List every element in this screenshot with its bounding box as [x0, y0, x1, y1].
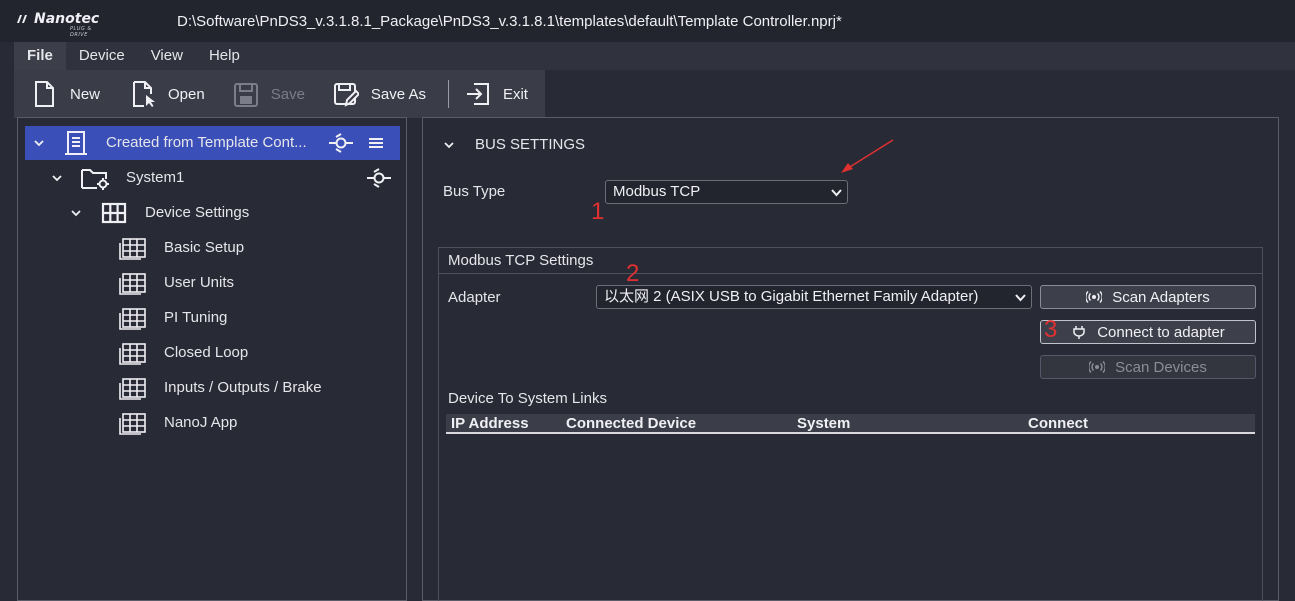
table-grid-icon	[119, 273, 146, 295]
project-tree-panel: Created from Template Cont... System1 De…	[17, 117, 407, 601]
tree-item-user-units[interactable]: User Units	[18, 266, 406, 300]
bus-settings-header[interactable]: BUS SETTINGS	[443, 136, 585, 153]
bus-type-value: Modbus TCP	[613, 183, 701, 200]
chevron-down-icon	[831, 189, 842, 197]
tree-item-pi-tuning[interactable]: PI Tuning	[18, 301, 406, 335]
tree-item-root[interactable]: Created from Template Cont...	[25, 126, 400, 160]
adapter-value: 以太网 2 (ASIX USB to Gigabit Ethernet Fami…	[604, 288, 979, 305]
chevron-down-icon[interactable]	[70, 207, 82, 219]
annotation-arrow-icon	[841, 139, 894, 173]
menu-file[interactable]: File	[14, 42, 66, 70]
table-grid-icon	[119, 343, 146, 365]
tree-system-label: System1	[126, 169, 185, 186]
chevron-down-icon[interactable]	[51, 172, 63, 184]
exit-icon	[466, 83, 489, 105]
tree-item-system[interactable]: System1	[18, 161, 406, 195]
device-system-links-label: Device To System Links	[448, 390, 607, 407]
open-label: Open	[168, 85, 205, 103]
exit-label: Exit	[502, 85, 528, 103]
column-ip-address[interactable]: IP Address	[451, 415, 529, 432]
tree-child-label: NanoJ App	[164, 414, 238, 431]
annotation-step-3: 3	[1044, 316, 1058, 343]
column-connected-device[interactable]: Connected Device	[566, 415, 696, 432]
column-connect[interactable]: Connect	[1028, 415, 1088, 432]
tree-child-label: Basic Setup	[164, 239, 245, 256]
folder-settings-icon	[81, 169, 109, 190]
controller-icon	[65, 131, 87, 155]
connection-node-icon[interactable]	[367, 168, 391, 188]
exit-button[interactable]: Exit	[459, 70, 536, 118]
table-grid-icon	[119, 413, 146, 435]
tree-child-label: User Units	[164, 274, 235, 291]
tree-root-label: Created from Template Cont...	[106, 134, 307, 151]
tree-item-closed-loop[interactable]: Closed Loop	[18, 336, 406, 370]
tree-item-inputs-outputs-brake[interactable]: Inputs / Outputs / Brake	[18, 371, 406, 405]
device-links-table-header: IP Address Connected Device System Conne…	[446, 414, 1255, 434]
scan-adapters-label: Scan Adapters	[1112, 288, 1210, 306]
toolbar: New Open Save Save As Exit	[14, 70, 545, 118]
save-label: Save	[270, 85, 305, 103]
logo-text: Nanotec	[34, 11, 100, 27]
save-button[interactable]: Save	[213, 70, 313, 118]
tree-device-settings-label: Device Settings	[145, 204, 250, 221]
table-grid-icon	[119, 308, 146, 330]
tree-item-device-settings[interactable]: Device Settings	[18, 196, 406, 230]
menu-lines-icon[interactable]	[369, 136, 383, 150]
tree-item-nanoj-app[interactable]: NanoJ App	[18, 406, 406, 440]
scan-signal-icon	[1086, 291, 1103, 303]
scan-signal-icon	[1089, 361, 1106, 373]
window-title: D:\Software\PnDS3_v.3.1.8.1_Package\PnDS…	[177, 13, 842, 30]
menu-bar: File Device View Help	[14, 42, 1295, 70]
connection-node-icon[interactable]	[329, 133, 353, 153]
menu-help[interactable]: Help	[196, 42, 253, 70]
tree-item-basic-setup[interactable]: Basic Setup	[18, 231, 406, 265]
tree-child-label: Inputs / Outputs / Brake	[164, 379, 322, 396]
scan-adapters-button[interactable]: Scan Adapters	[1040, 285, 1256, 309]
group-title: Modbus TCP Settings	[439, 248, 1262, 274]
logo-subtext: PLUG & DRIVE	[70, 26, 92, 38]
tree-child-label: PI Tuning	[164, 309, 228, 326]
new-button[interactable]: New	[14, 70, 108, 118]
annotation-step-2: 2	[626, 260, 640, 287]
save-disk-icon	[233, 83, 258, 107]
plug-icon	[1073, 326, 1085, 339]
save-as-icon	[333, 83, 359, 107]
scan-devices-label: Scan Devices	[1115, 358, 1207, 376]
tree-child-label: Closed Loop	[164, 344, 249, 361]
toolbar-separator	[447, 80, 449, 108]
column-system[interactable]: System	[797, 415, 850, 432]
new-label: New	[70, 85, 101, 103]
chevron-down-icon[interactable]	[33, 137, 45, 149]
section-title: BUS SETTINGS	[475, 136, 586, 153]
connect-adapter-button[interactable]: Connect to adapter	[1040, 320, 1256, 344]
nanotec-logo-icon	[17, 15, 27, 23]
connect-adapter-label: Connect to adapter	[1097, 323, 1225, 341]
open-button[interactable]: Open	[108, 70, 213, 118]
nanotec-logo: Nanotec PLUG & DRIVE	[16, 11, 100, 38]
title-bar: Nanotec PLUG & DRIVE D:\Software\PnDS3_v…	[0, 0, 1295, 42]
grid-icon	[101, 202, 127, 224]
annotation-step-1: 1	[591, 198, 605, 225]
chevron-down-icon[interactable]	[443, 139, 455, 151]
new-file-icon	[35, 81, 54, 107]
menu-view[interactable]: View	[138, 42, 196, 70]
scan-devices-button[interactable]: Scan Devices	[1040, 355, 1256, 379]
open-file-icon	[133, 81, 156, 107]
modbus-tcp-settings-group: Modbus TCP Settings 2 Adapter 以太网 2 (ASI…	[438, 247, 1263, 601]
chevron-down-icon	[1015, 294, 1026, 302]
save-as-button[interactable]: Save As	[313, 70, 434, 118]
adapter-select[interactable]: 以太网 2 (ASIX USB to Gigabit Ethernet Fami…	[596, 285, 1032, 309]
bus-type-label: Bus Type	[443, 183, 506, 200]
bus-type-select[interactable]: Modbus TCP	[605, 180, 848, 204]
save-as-label: Save As	[370, 85, 426, 103]
bus-settings-panel: BUS SETTINGS Bus Type Modbus TCP 1 Modbu…	[422, 117, 1279, 601]
table-grid-icon	[119, 238, 146, 260]
menu-device[interactable]: Device	[66, 42, 138, 70]
adapter-label: Adapter	[448, 289, 501, 306]
table-grid-icon	[119, 378, 146, 400]
